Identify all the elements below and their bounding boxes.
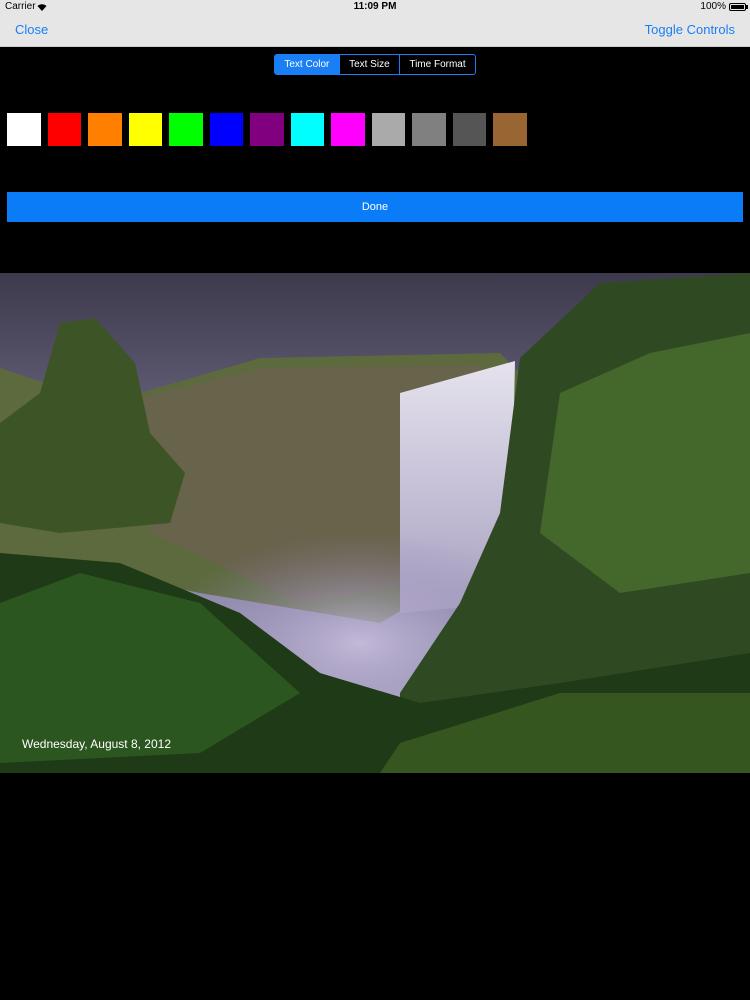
color-swatch[interactable] <box>493 113 527 146</box>
status-time: 11:09 PM <box>353 1 397 12</box>
status-bar: Carrier 11:09 PM 100% <box>0 0 750 14</box>
color-swatch[interactable] <box>452 113 486 146</box>
battery-icon <box>729 3 746 11</box>
color-swatch[interactable] <box>7 113 41 146</box>
color-swatch[interactable] <box>331 113 365 146</box>
segment-time-format[interactable]: Time Format <box>399 55 475 74</box>
color-swatch[interactable] <box>47 113 81 146</box>
color-swatch[interactable] <box>209 113 243 146</box>
color-swatch[interactable] <box>412 113 446 146</box>
battery-percent: 100% <box>700 1 726 12</box>
color-swatch[interactable] <box>88 113 122 146</box>
battery-tip <box>746 5 748 9</box>
color-swatch-row <box>7 113 527 146</box>
toggle-controls-button[interactable]: Toggle Controls <box>645 22 735 37</box>
color-swatch[interactable] <box>128 113 162 146</box>
close-button[interactable]: Close <box>15 22 48 37</box>
settings-segmented-control: Text Color Text Size Time Format <box>274 54 476 75</box>
color-swatch[interactable] <box>250 113 284 146</box>
segment-text-color[interactable]: Text Color <box>275 55 339 74</box>
waterfall-image <box>0 273 750 773</box>
color-swatch[interactable] <box>371 113 405 146</box>
waterfall-photo <box>0 273 750 773</box>
date-overlay-text: Wednesday, August 8, 2012 <box>22 737 171 751</box>
color-swatch[interactable] <box>290 113 324 146</box>
navigation-bar: Close Toggle Controls <box>0 14 750 47</box>
segment-text-size[interactable]: Text Size <box>338 55 399 74</box>
color-swatch[interactable] <box>169 113 203 146</box>
done-button[interactable]: Done <box>7 192 743 222</box>
